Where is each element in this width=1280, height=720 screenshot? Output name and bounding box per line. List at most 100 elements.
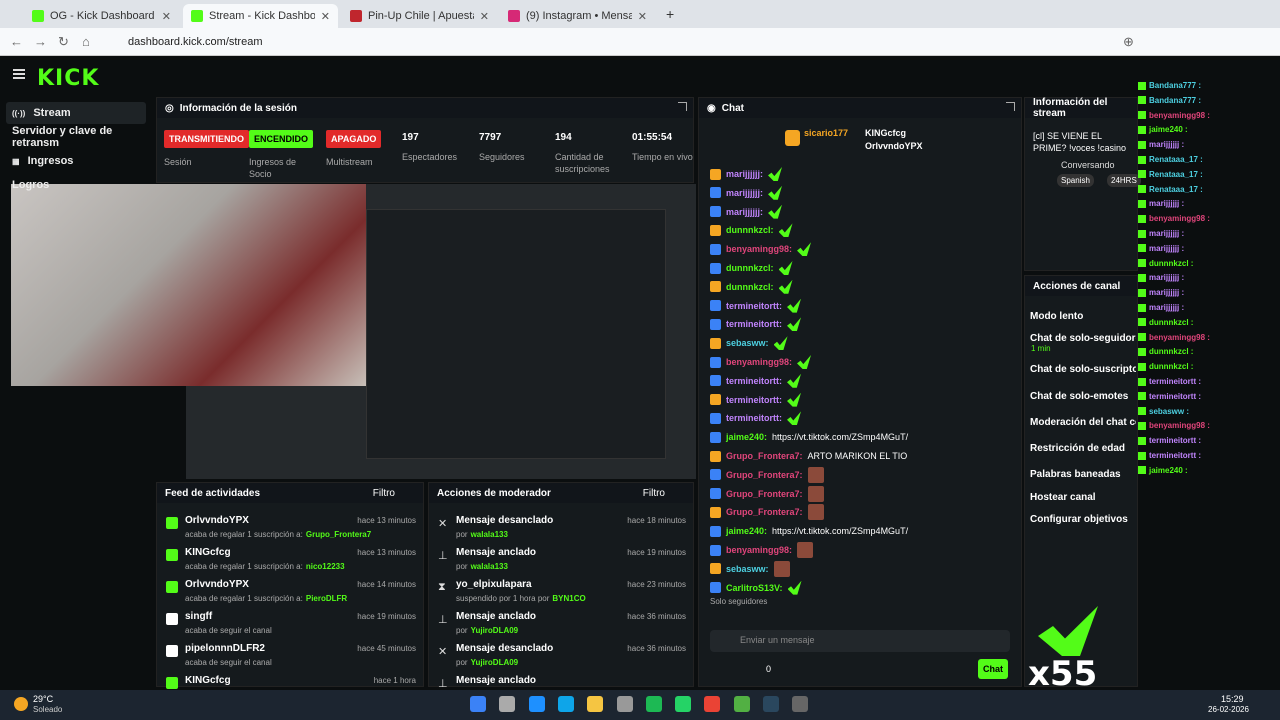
feed-filter-button[interactable]: Filtro [373, 488, 395, 499]
feed-target[interactable]: PieroDLFR [306, 594, 347, 603]
check-emote-icon [787, 580, 802, 595]
mod-by[interactable]: BYN1CO [552, 594, 585, 603]
expand-icon[interactable] [1006, 102, 1015, 111]
sidebar-item[interactable]: ▦ Ingresos [6, 150, 146, 172]
chat-username[interactable]: marijjjjjj: [726, 188, 763, 198]
chat-username[interactable]: termineitortt: [726, 376, 782, 386]
browser-tab[interactable]: OG - Kick Dashboard ✕ [24, 4, 179, 28]
chat-username[interactable]: termineitortt: [726, 395, 782, 405]
tab-close-icon[interactable]: ✕ [480, 10, 489, 23]
chat-username[interactable]: benyamingg98: [726, 244, 792, 254]
mod-by[interactable]: walala133 [471, 530, 508, 539]
mod-by[interactable]: walala133 [471, 562, 508, 571]
channel-action-item[interactable]: Palabras baneadas [1030, 469, 1136, 480]
mod-action-icon: ⊥ [438, 678, 448, 690]
chat-username[interactable]: dunnnkzcl: [726, 282, 774, 292]
chat-text[interactable]: https://vt.tiktok.com/ZSmp4MGuT/ [772, 432, 908, 442]
chat-username[interactable]: dunnnkzcl: [726, 263, 774, 273]
chat-username[interactable]: benyamingg98: [726, 357, 792, 367]
chat-username[interactable]: Grupo_Frontera7: [726, 489, 803, 499]
tab-close-icon[interactable]: ✕ [638, 10, 647, 23]
stat-label: Ingresos de Socio [249, 157, 297, 179]
reload-icon[interactable]: ↻ [58, 34, 69, 50]
chat-username[interactable]: CarlitroS13V: [726, 583, 783, 593]
browser-tab[interactable]: (9) Instagram • Mensajes ✕ [500, 4, 655, 28]
kick-badge-icon [1138, 125, 1146, 134]
session-stat: ENCENDIDO Ingresos de Socio [249, 130, 319, 180]
chat-username[interactable]: dunnnkzcl: [726, 225, 774, 235]
mod-by[interactable]: YujiroDLA09 [471, 658, 519, 667]
chat-username[interactable]: jaime240: [726, 432, 767, 442]
feed-user[interactable]: OrlvvndoYPX [185, 579, 249, 590]
zoom-icon[interactable]: ⊕ [1123, 34, 1134, 50]
channel-action-item[interactable]: Chat de solo-seguidores [1030, 333, 1136, 344]
send-chat-button[interactable]: Chat [978, 659, 1008, 679]
chat-username[interactable]: termineitortt: [726, 301, 782, 311]
chat-message: termineitortt: [710, 372, 801, 390]
feed-desc-text: acaba de regalar 1 suscripción a: [185, 594, 303, 603]
expand-icon[interactable] [678, 102, 687, 111]
kick-badge-icon [1138, 199, 1146, 208]
taskbar-app-icon[interactable] [499, 696, 516, 712]
feed-user[interactable]: KINGcfcg [185, 675, 231, 686]
channel-action-item[interactable]: Configurar objetivos [1030, 514, 1136, 525]
chat-username[interactable]: marijjjjjj: [726, 169, 763, 179]
channel-action-item[interactable]: Moderación del chat con IA [1030, 417, 1136, 428]
feed-user[interactable]: OrlvvndoYPX [185, 515, 249, 526]
menu-icon[interactable] [13, 69, 25, 79]
new-tab-button[interactable]: + [666, 6, 674, 22]
mod-by[interactable]: YujiroDLA09 [471, 626, 519, 635]
weather-desc: Soleado [33, 705, 63, 714]
sidebar-item[interactable]: Servidor y clave de retransm [6, 125, 146, 149]
feed-target[interactable]: nico12233 [306, 562, 345, 571]
channel-action-item[interactable]: Modo lento [1030, 311, 1136, 322]
moderator-filter-button[interactable]: Filtro [643, 488, 665, 499]
chat-input[interactable]: Enviar un mensaje [710, 630, 1010, 652]
chat-username[interactable]: marijjjjjj: [726, 207, 763, 217]
channel-action-item[interactable]: Chat de solo-suscriptores [1030, 364, 1136, 375]
tab-close-icon[interactable]: ✕ [321, 10, 330, 23]
channel-action-item[interactable]: Chat de solo-emotes [1030, 391, 1136, 402]
tab-close-icon[interactable]: ✕ [162, 10, 171, 23]
taskbar-app-icon[interactable] [587, 696, 604, 712]
forward-icon[interactable]: → [34, 34, 47, 49]
home-icon[interactable]: ⌂ [82, 34, 90, 49]
channel-action-item[interactable]: Hostear canal [1030, 492, 1136, 503]
taskbar-app-icon[interactable] [470, 696, 486, 712]
overlay-username: marijjjjjj : [1149, 273, 1185, 283]
kick-logo[interactable]: KICK [37, 66, 99, 91]
chat-username[interactable]: benyamingg98: [726, 545, 792, 555]
taskbar-app-icon[interactable] [645, 696, 662, 712]
taskbar-app-icon[interactable] [557, 696, 574, 712]
channel-action-item[interactable]: Restricción de edad [1030, 443, 1136, 454]
chat-text[interactable]: https://vt.tiktok.com/ZSmp4MGuT/ [772, 526, 908, 536]
back-icon[interactable]: ← [10, 34, 23, 49]
feed-user[interactable]: singff [185, 611, 212, 622]
chat-username[interactable]: sebasww: [726, 564, 769, 574]
chat-username[interactable]: sebasww: [726, 338, 769, 348]
chat-username[interactable]: Grupo_Frontera7: [726, 470, 803, 480]
browser-tab[interactable]: Stream - Kick Dashboard ✕ [183, 4, 338, 28]
taskbar-app-icon[interactable] [763, 696, 779, 712]
browser-tab[interactable]: Pin-Up Chile | Apuestas y Casin ✕ [342, 4, 497, 28]
taskbar-app-icon[interactable] [616, 696, 633, 712]
feed-target[interactable]: Grupo_Frontera7 [306, 530, 371, 539]
chat-message: dunnnkzcl: [710, 278, 793, 296]
taskbar-app-icon[interactable] [733, 696, 750, 712]
sidebar-item[interactable]: Logros [6, 174, 146, 196]
taskbar-app-icon[interactable] [675, 696, 692, 712]
chat-username[interactable]: Grupo_Frontera7: [726, 451, 803, 461]
url-field[interactable]: dashboard.kick.com/stream [110, 33, 1135, 51]
chat-username[interactable]: termineitortt: [726, 413, 782, 423]
taskbar-app-icon[interactable] [704, 696, 721, 712]
chat-username[interactable]: termineitortt: [726, 319, 782, 329]
chat-username[interactable]: jaime240: [726, 526, 767, 536]
sidebar-item[interactable]: ((·)) Stream [6, 102, 146, 124]
kick-badge-icon [1138, 347, 1146, 356]
taskbar-app-icon[interactable] [528, 696, 545, 712]
chat-username[interactable]: Grupo_Frontera7: [726, 507, 803, 517]
feed-user[interactable]: KINGcfcg [185, 547, 231, 558]
overlay-username: benyamingg98 : [1149, 421, 1210, 431]
taskbar-app-icon[interactable] [792, 696, 809, 712]
feed-user[interactable]: pipelonnnDLFR2 [185, 643, 265, 654]
